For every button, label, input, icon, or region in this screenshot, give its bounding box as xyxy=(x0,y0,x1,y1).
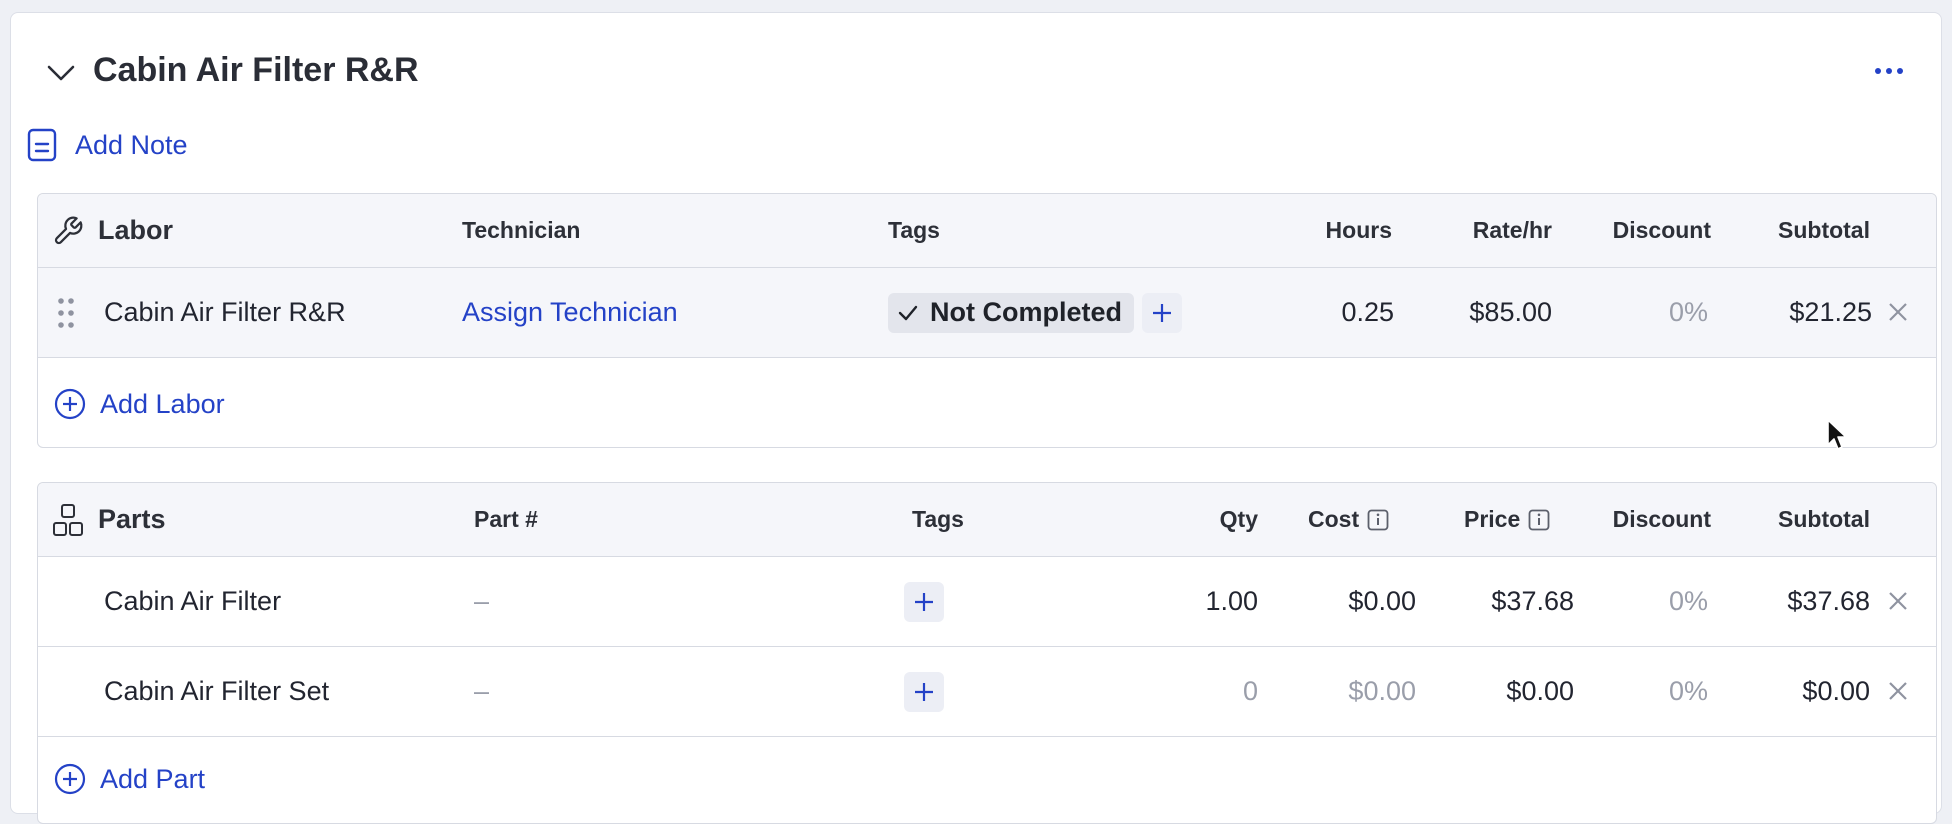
assign-technician-link[interactable]: Assign Technician xyxy=(462,268,678,357)
plus-icon xyxy=(913,681,935,703)
close-icon xyxy=(1888,302,1908,322)
remove-part-button[interactable] xyxy=(1884,587,1912,615)
part-tags xyxy=(904,557,944,646)
check-icon xyxy=(898,305,918,321)
part-discount[interactable]: 0% xyxy=(1578,557,1708,646)
service-card: Cabin Air Filter R&R Add Note Labor Tech… xyxy=(10,12,1942,824)
part-qty[interactable]: 0 xyxy=(1138,647,1258,736)
info-icon[interactable] xyxy=(1528,509,1550,531)
part-price[interactable]: $37.68 xyxy=(1438,557,1574,646)
more-options-button[interactable] xyxy=(1865,51,1913,91)
column-rate: Rate/hr xyxy=(1472,217,1552,243)
column-tags: Tags xyxy=(888,217,940,243)
column-subtotal: Subtotal xyxy=(1778,506,1870,532)
parts-section-label: Parts xyxy=(98,504,166,534)
parts-heading: Parts xyxy=(52,483,166,556)
labor-discount[interactable]: 0% xyxy=(1578,268,1708,357)
chevron-down-icon xyxy=(47,64,75,82)
parts-icon xyxy=(52,503,84,537)
note-icon xyxy=(27,128,57,162)
labor-row: Cabin Air Filter R&R Assign Technician N… xyxy=(38,268,1936,358)
column-technician: Technician xyxy=(462,217,581,243)
drag-handle-icon xyxy=(57,297,75,329)
part-name: Cabin Air Filter xyxy=(104,586,282,616)
part-subtotal: $0.00 xyxy=(1802,676,1870,706)
part-name: Cabin Air Filter Set xyxy=(104,676,330,706)
add-labor-button[interactable]: Add Labor xyxy=(54,378,225,430)
column-hours: Hours xyxy=(1325,217,1392,243)
info-icon[interactable] xyxy=(1367,509,1389,531)
column-qty: Qty xyxy=(1219,506,1258,532)
column-cost: Cost xyxy=(1308,483,1389,556)
labor-tags: Not Completed xyxy=(888,268,1182,357)
plus-circle-icon xyxy=(54,763,86,795)
labor-subtotal: $21.25 xyxy=(1789,297,1872,327)
labor-section-label: Labor xyxy=(98,215,174,245)
part-row: Cabin Air Filter Set – 0 $0.00 $0.00 0% … xyxy=(38,647,1936,737)
add-labor-label: Add Labor xyxy=(100,388,225,419)
labor-hours[interactable]: 0.25 xyxy=(1238,268,1394,357)
collapse-toggle[interactable] xyxy=(35,47,87,99)
part-number[interactable]: – xyxy=(474,557,489,646)
part-row: Cabin Air Filter – 1.00 $0.00 $37.68 0% … xyxy=(38,557,1936,647)
part-number[interactable]: – xyxy=(474,647,489,736)
column-cost-label: Cost xyxy=(1308,506,1360,532)
part-cost[interactable]: $0.00 xyxy=(1288,647,1416,736)
labor-rate[interactable]: $85.00 xyxy=(1428,268,1552,357)
plus-icon xyxy=(913,591,935,613)
column-part-number: Part # xyxy=(474,506,538,532)
part-price[interactable]: $0.00 xyxy=(1438,647,1574,736)
part-qty[interactable]: 1.00 xyxy=(1138,557,1258,646)
remove-part-button[interactable] xyxy=(1884,677,1912,705)
parts-section: Parts Part # Tags Qty Cost Price Discoun… xyxy=(37,482,1937,824)
add-note-label: Add Note xyxy=(75,129,188,160)
part-subtotal: $37.68 xyxy=(1787,586,1870,616)
wrench-icon xyxy=(52,215,84,247)
add-tag-button[interactable] xyxy=(904,671,944,712)
column-discount: Discount xyxy=(1612,217,1711,243)
add-note-button[interactable]: Add Note xyxy=(27,119,188,171)
column-discount: Discount xyxy=(1612,506,1711,532)
status-tag[interactable]: Not Completed xyxy=(888,292,1134,333)
labor-section: Labor Technician Tags Hours Rate/hr Disc… xyxy=(37,193,1937,448)
add-part-button[interactable]: Add Part xyxy=(54,753,205,805)
close-icon xyxy=(1888,681,1908,701)
service-title: Cabin Air Filter R&R xyxy=(93,51,419,89)
labor-heading: Labor xyxy=(52,194,173,267)
remove-labor-button[interactable] xyxy=(1884,298,1912,326)
column-subtotal: Subtotal xyxy=(1778,217,1870,243)
add-tag-button[interactable] xyxy=(1142,292,1182,333)
plus-icon xyxy=(1151,302,1173,324)
status-tag-label: Not Completed xyxy=(930,297,1122,327)
plus-circle-icon xyxy=(54,388,86,420)
labor-name: Cabin Air Filter R&R xyxy=(104,297,346,327)
column-tags: Tags xyxy=(912,506,964,532)
part-cost[interactable]: $0.00 xyxy=(1288,557,1416,646)
parts-header: Parts Part # Tags Qty Cost Price Discoun… xyxy=(38,483,1936,557)
labor-header: Labor Technician Tags Hours Rate/hr Disc… xyxy=(38,194,1936,268)
column-price-label: Price xyxy=(1464,506,1521,532)
column-price: Price xyxy=(1464,483,1550,556)
add-tag-button[interactable] xyxy=(904,581,944,622)
close-icon xyxy=(1888,591,1908,611)
drag-handle[interactable] xyxy=(56,268,76,357)
part-tags xyxy=(904,647,944,736)
cursor-icon xyxy=(1826,418,1848,452)
add-part-label: Add Part xyxy=(100,763,206,794)
part-discount[interactable]: 0% xyxy=(1578,647,1708,736)
more-horizontal-icon xyxy=(1874,67,1904,75)
